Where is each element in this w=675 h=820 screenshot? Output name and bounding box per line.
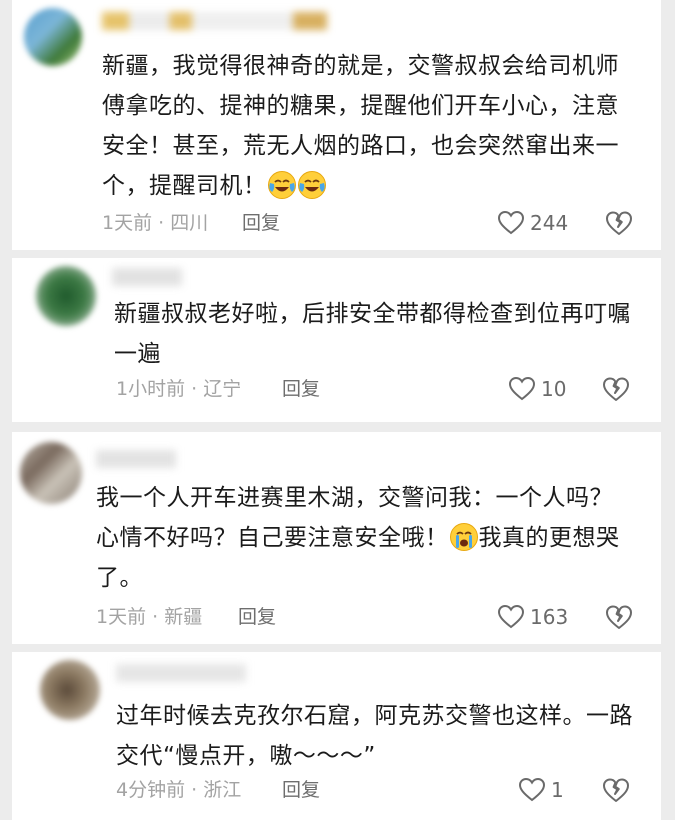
comment-card: 我一个人开车进赛里木湖，交警问我：一个人吗？心情不好吗？自己要注意安全哦！ 我真…: [12, 432, 661, 644]
avatar[interactable]: [24, 8, 82, 66]
username[interactable]: [102, 12, 327, 30]
comment-card: 新疆叔叔老好啦，后排安全带都得检查到位再叮嘱一遍 1小时前 · 辽宁 回复 10: [12, 258, 661, 422]
comment-text: 新疆叔叔老好啦，后排安全带都得检查到位再叮嘱一遍: [114, 301, 631, 367]
comment-meta: 1天前 · 四川: [102, 209, 208, 237]
avatar[interactable]: [20, 442, 82, 504]
comment-card: 新疆，我觉得很神奇的就是，交警叔叔会给司机师傅拿吃的、提神的糖果，提醒他们开车小…: [12, 0, 661, 250]
like-button[interactable]: 10: [509, 374, 566, 404]
comment-location: 新疆: [164, 606, 203, 628]
heart-outline-icon: [498, 605, 524, 629]
username[interactable]: [96, 450, 176, 468]
username[interactable]: [116, 664, 246, 682]
comment-text: 新疆，我觉得很神奇的就是，交警叔叔会给司机师傅拿吃的、提神的糖果，提醒他们开车小…: [102, 53, 619, 199]
reply-button[interactable]: 回复: [242, 209, 280, 237]
username[interactable]: [112, 268, 182, 286]
loudly-crying-emoji-icon: [449, 523, 478, 551]
reply-button[interactable]: 回复: [282, 776, 320, 804]
avatar[interactable]: [36, 266, 96, 326]
like-count: 163: [530, 605, 569, 629]
like-button[interactable]: 1: [519, 775, 564, 805]
crying-laughing-emoji-icon: [267, 171, 296, 199]
comment-text: 我一个人开车进赛里木湖，交警问我：一个人吗？心情不好吗？自己要注意安全哦！ 我真…: [96, 485, 620, 591]
like-count: 244: [530, 211, 569, 235]
comment-location: 浙江: [203, 779, 242, 801]
broken-heart-icon[interactable]: [602, 776, 630, 804]
comment-time: 1小时前: [116, 378, 186, 400]
broken-heart-icon[interactable]: [605, 209, 633, 237]
heart-outline-icon: [519, 778, 545, 802]
comment-card: 过年时候去克孜尔石窟，阿克苏交警也这样。一路交代“慢点开，嗷～～～” 4分钟前 …: [12, 652, 661, 820]
comment-time: 4分钟前: [116, 779, 186, 801]
like-count: 1: [551, 778, 564, 802]
reply-button[interactable]: 回复: [282, 375, 320, 403]
comment-location: 辽宁: [203, 378, 242, 400]
comment-text: 过年时候去克孜尔石窟，阿克苏交警也这样。一路交代“慢点开，嗷～～～”: [116, 703, 633, 769]
like-button[interactable]: 163: [498, 602, 568, 632]
like-button[interactable]: 244: [498, 208, 568, 238]
like-count: 10: [541, 377, 567, 401]
comment-time: 1天前: [96, 606, 147, 628]
comment-meta: 1天前 · 新疆: [96, 603, 202, 631]
comment-location: 四川: [170, 212, 209, 234]
comment-meta: 4分钟前 · 浙江: [116, 776, 241, 804]
comment-time: 1天前: [102, 212, 153, 234]
reply-button[interactable]: 回复: [238, 603, 276, 631]
meta-separator: ·: [152, 212, 171, 234]
heart-outline-icon: [498, 211, 524, 235]
broken-heart-icon[interactable]: [605, 603, 633, 631]
heart-outline-icon: [509, 377, 535, 401]
meta-separator: ·: [185, 378, 204, 400]
avatar[interactable]: [40, 660, 100, 720]
crying-laughing-emoji-icon: [297, 171, 326, 199]
meta-separator: ·: [185, 779, 204, 801]
broken-heart-icon[interactable]: [602, 375, 630, 403]
comment-meta: 1小时前 · 辽宁: [116, 375, 241, 403]
meta-separator: ·: [146, 606, 165, 628]
